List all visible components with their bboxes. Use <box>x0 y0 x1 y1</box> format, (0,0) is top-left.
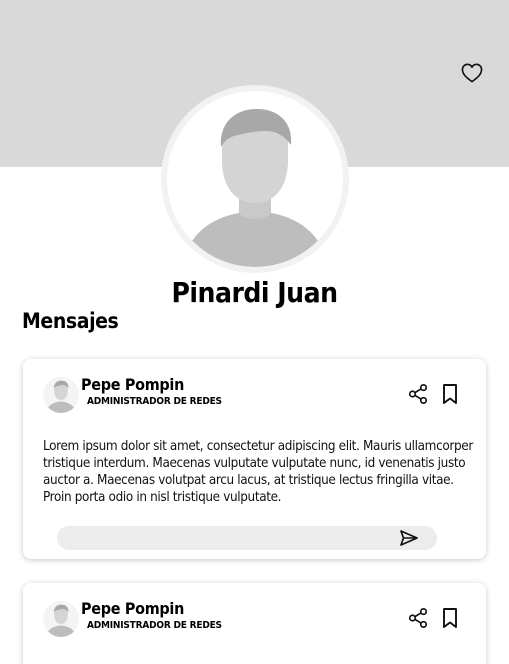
message-card: Pepe Pompin ADMINISTRADOR DE REDES Lorem… <box>23 359 486 559</box>
reply-box <box>57 526 437 550</box>
author-name: Pepe Pompin <box>81 599 185 618</box>
message-body: Lorem ipsum dolor sit amet, consectetur … <box>43 439 473 505</box>
message-card: Pepe Pompin ADMINISTRADOR DE REDES <box>23 583 486 664</box>
profile-avatar <box>161 85 349 273</box>
author-avatar <box>43 601 79 637</box>
messages-section-title: Mensajes <box>22 309 119 333</box>
author-role: ADMINISTRADOR DE REDES <box>87 620 222 631</box>
bookmark-icon <box>443 608 457 628</box>
favorite-button[interactable] <box>460 61 484 85</box>
author-name: Pepe Pompin <box>81 375 185 394</box>
profile-name: Pinardi Juan <box>171 276 338 309</box>
share-icon <box>408 384 428 404</box>
send-button[interactable] <box>399 529 419 547</box>
share-button[interactable] <box>407 607 429 629</box>
heart-icon <box>461 63 483 83</box>
user-placeholder-icon <box>43 601 79 637</box>
bookmark-button[interactable] <box>440 383 460 405</box>
user-placeholder-icon <box>43 377 79 413</box>
share-icon <box>408 608 428 628</box>
share-button[interactable] <box>407 383 429 405</box>
send-icon <box>400 530 418 546</box>
reply-input[interactable] <box>69 526 389 550</box>
author-role: ADMINISTRADOR DE REDES <box>87 396 222 407</box>
user-placeholder-icon <box>167 91 343 267</box>
author-avatar <box>43 377 79 413</box>
bookmark-button[interactable] <box>440 607 460 629</box>
avatar-placeholder <box>167 91 343 267</box>
bookmark-icon <box>443 384 457 404</box>
